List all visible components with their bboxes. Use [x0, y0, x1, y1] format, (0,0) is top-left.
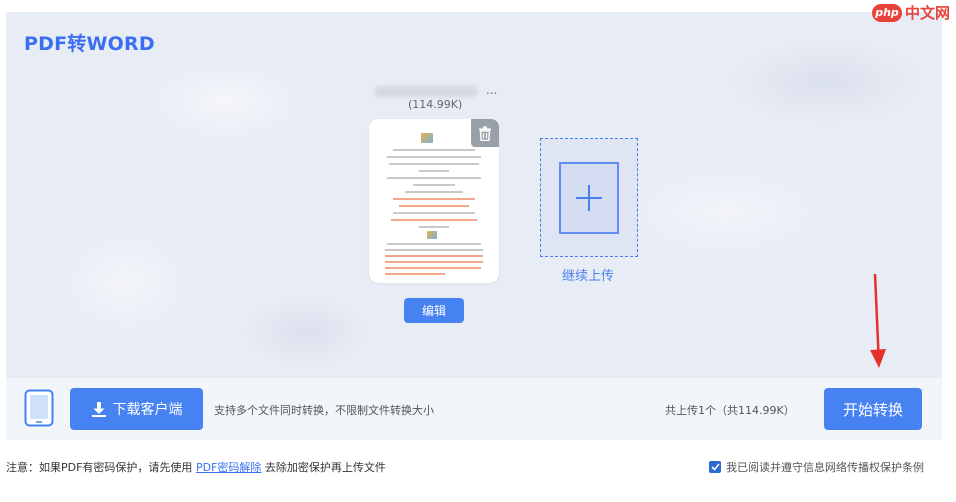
plus-icon [576, 185, 602, 211]
note-suffix: 去除加密保护再上传文件 [261, 461, 386, 474]
upload-total-text: 共上传1个（共114.99K） [665, 404, 795, 417]
file-name-ellipsis: ... [486, 83, 498, 97]
phone-icon [24, 389, 54, 427]
pdf-password-remove-link[interactable]: PDF密码解除 [196, 461, 261, 474]
download-client-button[interactable]: 下载客户端 [70, 388, 203, 430]
download-client-label: 下载客户端 [112, 401, 183, 417]
support-info-text: 支持多个文件同时转换，不限制文件转换大小 [214, 404, 434, 417]
upload-more-label[interactable]: 继续上传 [562, 265, 614, 284]
file-name-blurred [374, 86, 478, 97]
download-icon [91, 402, 106, 417]
edit-button[interactable]: 编辑 [404, 298, 464, 323]
file-size: (114.99K) [408, 98, 463, 111]
agree-checkbox[interactable] [709, 461, 721, 473]
app-root: PDF转WORD ... (114.99K) 编辑 继续上传 下载客户端 支持多… [0, 0, 956, 502]
php-cn-watermark: php 中文网 [872, 2, 950, 23]
note-prefix: 注意：如果PDF有密码保护，请先使用 [6, 461, 196, 474]
password-note: 注意：如果PDF有密码保护，请先使用 PDF密码解除 去除加密保护再上传文件 [6, 459, 386, 475]
red-arrow-annotation-icon [870, 273, 886, 368]
watermark-badge: php [872, 3, 902, 22]
upload-more-button[interactable] [540, 138, 638, 257]
page-title: PDF转WORD [24, 33, 155, 55]
agree-text[interactable]: 我已阅读并遵守信息网络传播权保护条例 [726, 459, 924, 475]
document-thumbnail [383, 129, 485, 275]
watermark-text: 中文网 [905, 4, 951, 22]
trash-icon [479, 126, 491, 141]
check-icon [710, 463, 720, 471]
delete-file-button[interactable] [471, 119, 499, 147]
start-convert-button[interactable]: 开始转换 [824, 388, 922, 430]
upload-box [559, 162, 619, 234]
agreement: 我已阅读并遵守信息网络传播权保护条例 [709, 459, 924, 475]
